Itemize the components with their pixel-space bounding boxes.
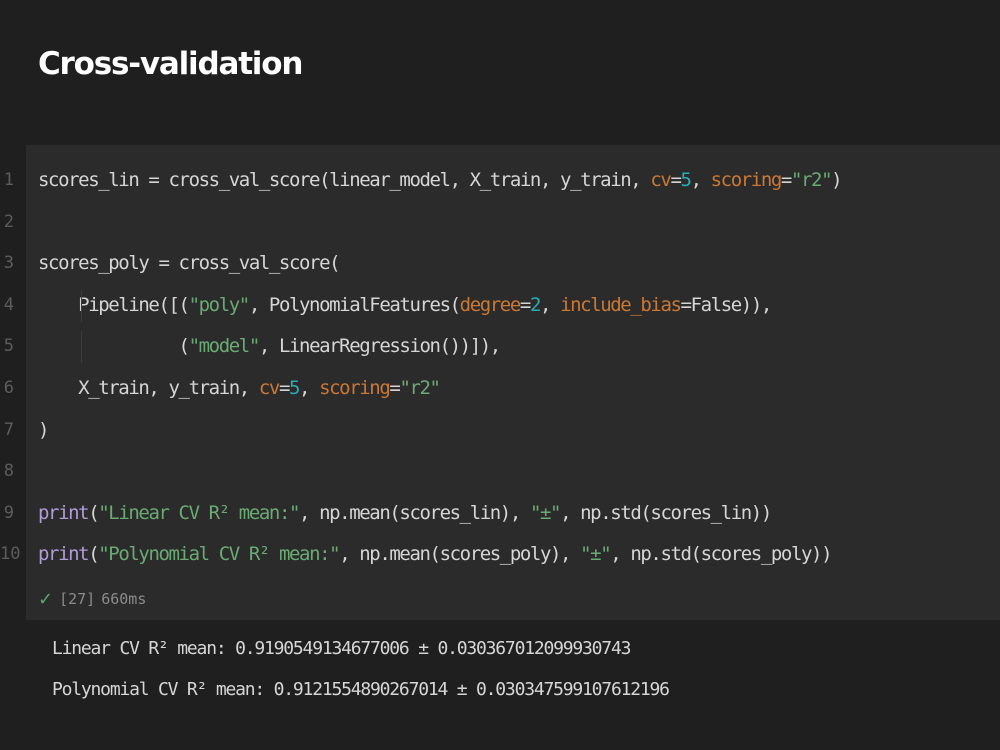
section-heading: Cross-validation — [38, 46, 303, 82]
code-token: print — [38, 543, 90, 566]
code-token: scores_poly = cross_val_score( — [38, 252, 341, 275]
code-token: scoring — [710, 169, 783, 191]
code-token: degree — [459, 293, 522, 316]
code-token: , — [539, 293, 561, 316]
code-line-6: X_train, y_train, cv=5, scoring="r2" — [38, 368, 998, 410]
code-token: "±" — [529, 501, 562, 524]
line-number: 4 — [3, 294, 14, 315]
line-number: 3 — [3, 253, 14, 274]
code-token: , PolynomialFeatures( — [248, 293, 461, 316]
code-token: , np.mean(scores_poly), — [339, 543, 581, 566]
code-token: = — [389, 376, 400, 399]
code-token: 5 — [288, 376, 300, 399]
code-token: False — [690, 293, 743, 316]
code-token: "±" — [580, 543, 612, 566]
indent-guide — [81, 331, 82, 364]
line-number: 7 — [3, 419, 14, 440]
cell-output: Linear CV R² mean: 0.9190549134677006 ± … — [52, 628, 670, 710]
code-editor[interactable]: scores_lin = cross_val_score(linear_mode… — [38, 160, 998, 576]
code-token: , np.std(scores_poly)) — [610, 543, 832, 566]
output-line: Linear CV R² mean: 0.9190549134677006 ± … — [52, 638, 631, 659]
code-token: = — [519, 293, 531, 316]
code-token: include_bias — [560, 293, 682, 316]
code-token: ( — [178, 335, 190, 358]
code-token: , np.mean(scores_lin), — [299, 501, 530, 524]
code-token: "r2" — [399, 376, 441, 399]
code-token: "poly" — [188, 293, 251, 316]
code-line-3: scores_poly = cross_val_score( — [38, 243, 998, 285]
code-token: , — [299, 376, 320, 399]
code-token: 2 — [529, 293, 541, 316]
code-token: print — [38, 501, 90, 524]
code-line-5: ("model", LinearRegression())]), — [38, 326, 998, 368]
line-number: 1 — [3, 170, 14, 190]
code-token: , — [690, 169, 711, 191]
check-icon: ✓ — [38, 588, 54, 610]
code-token: , np.std(scores_lin)) — [560, 501, 772, 524]
code-token: = — [680, 293, 692, 316]
code-token: X_train, y_train, — [78, 376, 259, 399]
code-token: , LinearRegression())]), — [258, 335, 501, 358]
line-number-gutter: 1 2 3 4 5 6 7 8 9 10 — [0, 160, 26, 576]
line-number: 10 — [0, 544, 21, 565]
code-token: Pipeline([( — [78, 293, 190, 316]
code-line-7: ) — [38, 410, 998, 452]
code-token: = — [670, 169, 681, 191]
code-token: "Linear CV R² mean:" — [98, 501, 300, 524]
code-token: = — [780, 169, 792, 191]
code-token: scores_lin = cross_val_score(linear_mode… — [38, 169, 651, 191]
code-line-4: Pipeline([("poly", PolynomialFeatures(de… — [38, 285, 998, 327]
line-number: 6 — [3, 377, 14, 398]
execution-duration: 660ms — [101, 590, 147, 608]
code-token: ( — [88, 501, 99, 524]
code-token: ) — [38, 418, 49, 441]
code-line-1: scores_lin = cross_val_score(linear_mode… — [38, 160, 998, 202]
code-token: ( — [88, 543, 99, 566]
code-line-9: print("Linear CV R² mean:", np.mean(scor… — [38, 493, 998, 535]
code-token: = — [278, 376, 290, 399]
indent-guide — [81, 289, 82, 322]
line-number: 5 — [3, 336, 14, 357]
execution-count: [27] — [59, 590, 96, 608]
code-token: ) — [831, 169, 842, 191]
code-token: cv — [650, 169, 671, 191]
line-number: 9 — [3, 502, 14, 523]
code-line-10: print("Polynomial CV R² mean:", np.mean(… — [38, 534, 998, 576]
code-token: 5 — [680, 169, 692, 191]
execution-status: ✓ [27] 660ms — [38, 585, 146, 613]
code-token: )), — [740, 293, 773, 316]
code-token: "model" — [188, 335, 261, 358]
line-number: 8 — [3, 461, 14, 482]
code-token: scoring — [319, 376, 391, 399]
line-number: 2 — [3, 211, 14, 232]
output-line: Polynomial CV R² mean: 0.912155489026701… — [52, 679, 670, 700]
code-token: cv — [258, 376, 280, 399]
code-token: "r2" — [790, 169, 833, 191]
code-token: "Polynomial CV R² mean:" — [98, 543, 340, 566]
